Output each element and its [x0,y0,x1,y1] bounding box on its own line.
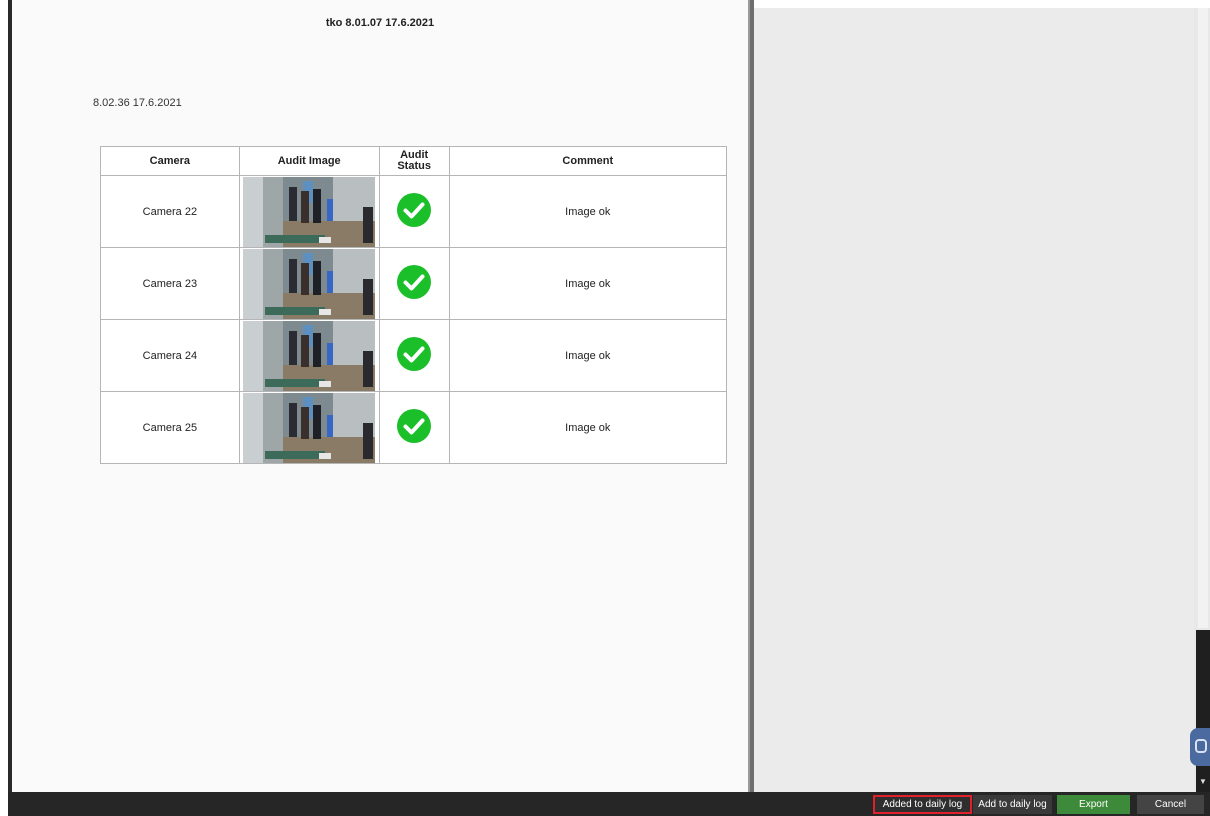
table-row: Camera 24 Image ok [100,319,728,392]
report-timestamp: 8.02.36 17.6.2021 [93,97,182,109]
comment-cell: Image ok [448,391,728,464]
scroll-down-arrow-icon[interactable]: ▼ [1199,778,1207,786]
added-to-daily-log-button[interactable]: Added to daily log [873,795,972,814]
report-preview-window: tko 8.01.07 17.6.2021 8.02.36 17.6.2021 … [0,0,1210,816]
header-audit-status-label: Audit Status [397,149,431,172]
table-row: Camera 23 Image ok [100,247,728,320]
camera-name-cell: Camera 23 [100,247,240,320]
scrollbar-thumb[interactable] [1198,8,1208,628]
audit-table: Camera Audit Image Audit Status Comment … [100,146,728,464]
camera-name-cell: Camera 24 [100,319,240,392]
audit-table-body: Camera 22 Image ok Camera 23 Image ok Camera… [100,175,728,464]
audit-thumbnail-image[interactable] [243,176,376,247]
header-audit-status: Audit Status [378,146,450,176]
audit-image-cell [238,175,380,248]
audit-status-cell [378,319,450,392]
add-to-daily-log-button[interactable]: Add to daily log [973,795,1052,814]
comment-cell: Image ok [448,175,728,248]
table-header-row: Camera Audit Image Audit Status Comment [100,146,728,176]
check-circle-icon [397,265,432,299]
check-circle-icon [397,337,432,371]
audit-image-cell [238,247,380,320]
audit-status-cell [378,391,450,464]
camera-name-cell: Camera 25 [100,391,240,464]
audit-status-cell [378,175,450,248]
report-title: tko 8.01.07 17.6.2021 [325,17,435,29]
header-audit-image: Audit Image [238,146,380,176]
table-row: Camera 22 Image ok [100,175,728,248]
table-row: Camera 25 Image ok [100,391,728,464]
audit-thumbnail-image[interactable] [243,248,376,319]
header-camera: Camera [100,146,240,176]
scrollbar-track-lower[interactable] [1196,630,1210,792]
audit-image-cell [238,319,380,392]
comment-cell: Image ok [448,247,728,320]
audit-thumbnail-image[interactable] [243,392,376,463]
export-button[interactable]: Export [1057,795,1130,814]
comment-cell: Image ok [448,319,728,392]
header-comment: Comment [448,146,728,176]
camera-name-cell: Camera 22 [100,175,240,248]
audit-thumbnail-image[interactable] [243,320,376,391]
preview-side-panel [754,8,1194,792]
cancel-button[interactable]: Cancel [1137,795,1204,814]
panel-toggle-icon [1195,739,1207,753]
check-circle-icon [397,409,432,443]
audit-status-cell [378,247,450,320]
check-circle-icon [397,193,432,227]
audit-image-cell [238,391,380,464]
